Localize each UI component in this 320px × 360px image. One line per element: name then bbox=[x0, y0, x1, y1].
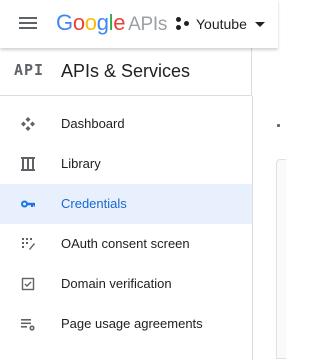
sidebar-item-credentials[interactable]: Credentials bbox=[0, 184, 252, 224]
api-badge-icon: API bbox=[14, 61, 45, 79]
google-apis-logo[interactable]: Google APIs bbox=[56, 8, 167, 38]
sidebar-nav: Dashboard Library Credentials OAuth cons… bbox=[0, 104, 252, 344]
sidebar-item-oauth-consent-screen[interactable]: OAuth consent screen bbox=[0, 224, 252, 264]
sidebar-item-label: Credentials bbox=[61, 196, 127, 211]
project-selector[interactable]: Youtube bbox=[176, 12, 265, 36]
logo-product-name: APIs bbox=[128, 14, 168, 35]
sidebar-header: API APIs & Services bbox=[0, 48, 252, 96]
sidebar-item-page-usage-agreements[interactable]: Page usage agreements bbox=[0, 304, 252, 344]
project-name: Youtube bbox=[196, 16, 247, 32]
sidebar-item-library[interactable]: Library bbox=[0, 144, 252, 184]
section-title: APIs & Services bbox=[61, 61, 191, 81]
logo-letter: o bbox=[72, 10, 85, 35]
consent-screen-icon bbox=[20, 236, 36, 252]
sidebar-item-label: Page usage agreements bbox=[61, 316, 203, 331]
dashboard-icon bbox=[20, 116, 36, 132]
menu-icon[interactable] bbox=[18, 15, 40, 33]
settings-list-icon bbox=[20, 316, 36, 332]
logo-letter: e bbox=[113, 10, 126, 35]
top-app-bar: Google APIs Youtube bbox=[0, 0, 278, 48]
logo-letter: o bbox=[84, 10, 97, 35]
sidebar-item-dashboard[interactable]: Dashboard bbox=[0, 104, 252, 144]
content-card bbox=[276, 159, 286, 359]
project-icon bbox=[176, 17, 190, 31]
key-icon bbox=[20, 196, 36, 212]
sidebar-item-label: Domain verification bbox=[61, 276, 172, 291]
chevron-down-icon bbox=[254, 21, 265, 27]
main-content bbox=[253, 96, 286, 360]
logo-letter: G bbox=[56, 10, 73, 35]
sidebar-item-label: Library bbox=[61, 156, 101, 171]
sidebar-item-domain-verification[interactable]: Domain verification bbox=[0, 264, 252, 304]
sidebar-item-label: Dashboard bbox=[61, 116, 125, 131]
checkbox-icon bbox=[20, 276, 36, 292]
sidebar-item-label: OAuth consent screen bbox=[61, 236, 190, 251]
logo-letter: g bbox=[96, 10, 109, 35]
content-mark bbox=[277, 124, 280, 127]
library-icon bbox=[20, 156, 36, 172]
